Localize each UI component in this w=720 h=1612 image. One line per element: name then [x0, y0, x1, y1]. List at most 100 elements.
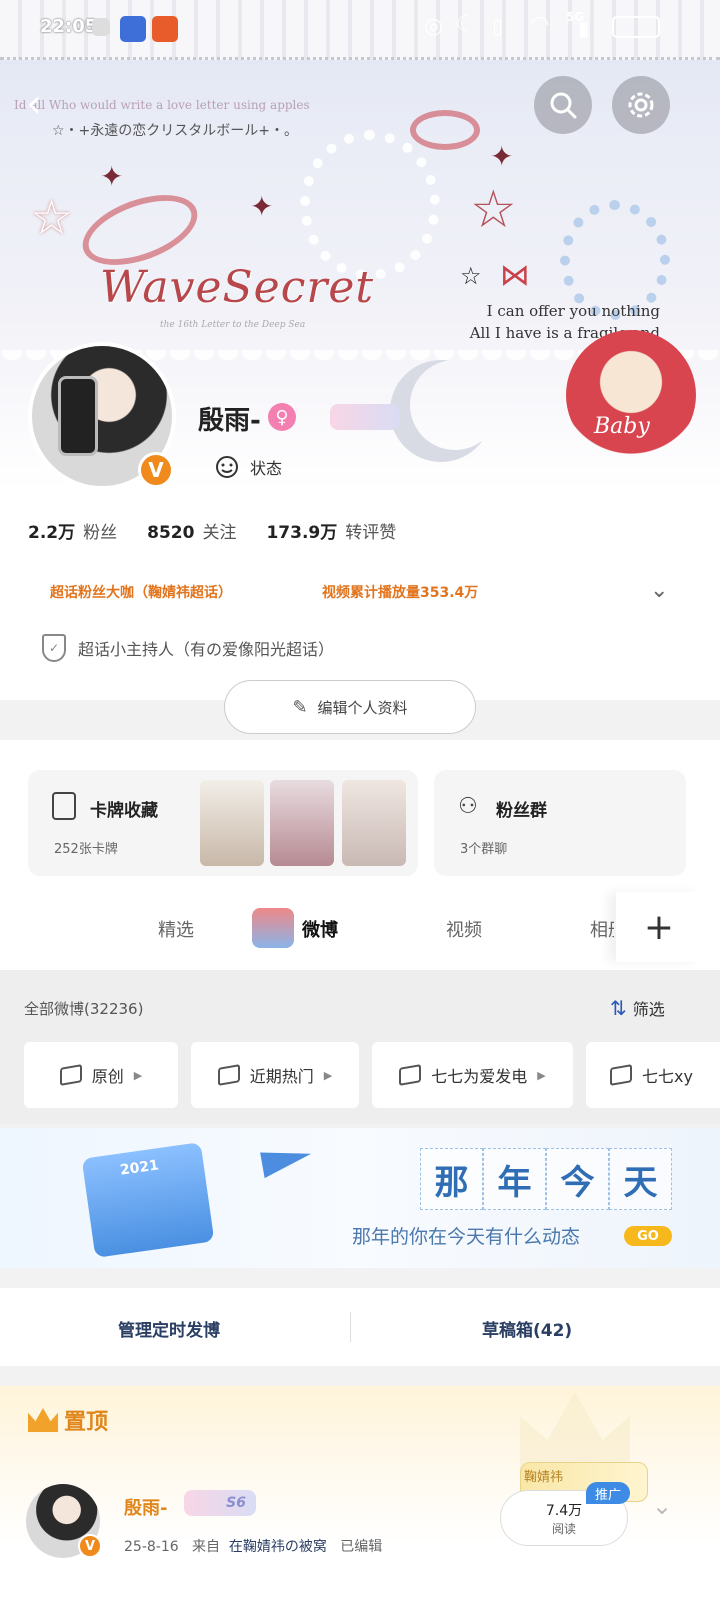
manage-row: 管理定时发博 草稿箱(42)	[0, 1288, 720, 1366]
card-icon	[52, 792, 76, 820]
host-title: 超话小主持人（有の爱像阳光超话）	[78, 640, 335, 659]
star-icon: ☆	[470, 180, 517, 240]
filter-button[interactable]: ⇅ 筛选	[610, 996, 665, 1020]
add-tab-button[interactable]: +	[616, 892, 702, 962]
card-thumbnail[interactable]	[270, 780, 334, 866]
pencil-icon: ✎	[292, 696, 308, 718]
tab-album[interactable]: 相册	[590, 916, 614, 942]
tab-video[interactable]: 视频	[446, 916, 482, 942]
smiley-icon	[216, 456, 238, 478]
chevron-down-icon[interactable]: ⌄	[652, 1492, 672, 1520]
tab-featured[interactable]: 精选	[158, 916, 194, 942]
chip-label: 七七xy	[642, 1067, 693, 1086]
status-time: 22:05	[40, 16, 98, 37]
drafts-button[interactable]: 草稿箱(42)	[482, 1316, 572, 1341]
scheduled-posts-button[interactable]: 管理定时发博	[118, 1316, 220, 1341]
layers-icon	[59, 1064, 82, 1086]
battery-icon	[612, 16, 660, 38]
star-icon: ☆	[460, 262, 482, 290]
stat-followers[interactable]: 2.2万 粉丝	[28, 518, 117, 543]
tab-weibo[interactable]: 微博	[302, 916, 338, 942]
post-author-level: S6	[184, 1490, 256, 1516]
star-icon: ✦	[250, 190, 274, 223]
sticker-text: Baby	[594, 414, 650, 439]
video-plays-badge[interactable]: 视频累计播放量353.4万	[322, 582, 478, 602]
post-author-name[interactable]: 殷雨-	[124, 1494, 167, 1520]
layers-icon	[610, 1064, 632, 1086]
chevron-down-icon[interactable]: ⌄	[650, 578, 668, 603]
banner-logo: WaveSecret	[100, 262, 375, 313]
post-meta: 25-8-16 来自 在鞠婧祎の被窝 已编辑	[124, 1536, 382, 1556]
sticker-decoration	[566, 330, 696, 460]
edit-profile-button[interactable]: ✎ 编辑个人资料	[224, 680, 476, 734]
on-this-day-subtitle: 那年的你在今天有什么动态	[352, 1226, 581, 1248]
people-icon: ⚇	[458, 794, 478, 819]
sort-icon: ⇅	[610, 996, 627, 1020]
post-edited: 已编辑	[340, 1539, 383, 1555]
triangle-right-icon: ▶	[537, 1068, 546, 1082]
card-thumbnail[interactable]	[342, 780, 406, 866]
go-button[interactable]: GO	[624, 1226, 672, 1246]
fan-groups-count: 3个群聊	[460, 842, 508, 857]
banner-quote-line: I can offer you nothing	[486, 302, 660, 320]
filter-chip-original[interactable]: 原创 ▶	[24, 1042, 178, 1108]
pinned-title: 置顶	[64, 1410, 109, 1435]
vibrate-icon: ▯	[492, 14, 504, 38]
supertopic-badge[interactable]: 超话粉丝大咖（鞠婧祎超话）	[50, 582, 232, 602]
triangle-right-icon: ▶	[133, 1068, 143, 1082]
read-count: 7.4万	[545, 1502, 583, 1519]
layers-icon	[217, 1064, 240, 1086]
wifi-icon: ◠	[530, 12, 550, 37]
shield-icon: ✓	[42, 634, 66, 662]
profile-stats: 2.2万 粉丝 8520 关注 173.9万 转评赞	[28, 518, 396, 543]
promote-badge[interactable]: 推广	[586, 1482, 630, 1504]
card-thumbnail[interactable]	[200, 780, 264, 866]
filter-chip-custom[interactable]: 七七为爱发电 ▶	[372, 1042, 573, 1108]
post-source[interactable]: 在鞠婧祎の被窝	[229, 1539, 327, 1555]
banner-text: Id all Who would write a love letter usi…	[14, 98, 310, 112]
chip-label: 近期热门	[249, 1067, 314, 1086]
bow-icon: ⋈	[500, 258, 530, 293]
read-label: 阅读	[551, 1521, 576, 1536]
filter-label: 筛选	[632, 1000, 665, 1019]
divider	[350, 1312, 351, 1342]
verified-badge: V	[138, 452, 174, 488]
stat-following[interactable]: 8520 关注	[147, 518, 236, 543]
search-button[interactable]	[534, 76, 592, 134]
pinned-header: 置顶	[28, 1404, 108, 1436]
banner-text: ☆・+永遠の恋クリスタルボール+・。	[52, 123, 299, 139]
all-posts-count: 全部微博(32236)	[24, 1000, 144, 1018]
card-fan-groups[interactable]: ⚇ 粉丝群 3个群聊	[434, 770, 686, 876]
title-char: 今	[546, 1148, 609, 1210]
settings-button[interactable]	[612, 76, 670, 134]
stat-interactions[interactable]: 173.9万 转评赞	[266, 518, 396, 543]
filter-chip-hot[interactable]: 近期热门 ▶	[191, 1042, 359, 1108]
profile-tabs: 精选 微博 视频 相册	[0, 890, 720, 968]
title-char: 天	[609, 1148, 672, 1210]
search-icon	[550, 92, 577, 119]
status-button[interactable]: 状态	[214, 454, 282, 480]
banner-logo-subtitle: the 16th Letter to the Deep Sea	[160, 320, 306, 330]
member-level-badge[interactable]	[330, 404, 400, 430]
chip-label: 七七为爱发电	[431, 1067, 528, 1086]
app-notification-icon	[152, 16, 178, 42]
female-icon: ♀	[268, 403, 296, 431]
fan-stamp-text: 鞠婧祎	[524, 1470, 564, 1485]
moon-decoration	[410, 360, 500, 450]
card-collection-title: 卡牌收藏	[90, 801, 158, 821]
title-char: 那	[420, 1148, 483, 1210]
triangle-right-icon: ▶	[323, 1068, 333, 1082]
chip-label: 原创	[91, 1067, 124, 1086]
bow-decoration	[410, 110, 480, 150]
crown-icon	[28, 1408, 58, 1432]
card-collection[interactable]: 卡牌收藏 252张卡牌	[28, 770, 418, 876]
moon-icon: ☾	[456, 12, 476, 37]
back-arrow-icon[interactable]: ‹	[26, 84, 42, 124]
filter-chip-custom[interactable]: 七七xy	[586, 1042, 720, 1108]
edit-profile-label: 编辑个人资料	[317, 698, 408, 717]
layers-icon	[399, 1064, 422, 1086]
star-icon: ✦	[100, 160, 124, 193]
post-from-label: 来自	[192, 1539, 220, 1555]
host-title-row[interactable]: ✓ 超话小主持人（有の爱像阳光超话）	[42, 634, 334, 662]
gear-icon	[628, 92, 654, 118]
